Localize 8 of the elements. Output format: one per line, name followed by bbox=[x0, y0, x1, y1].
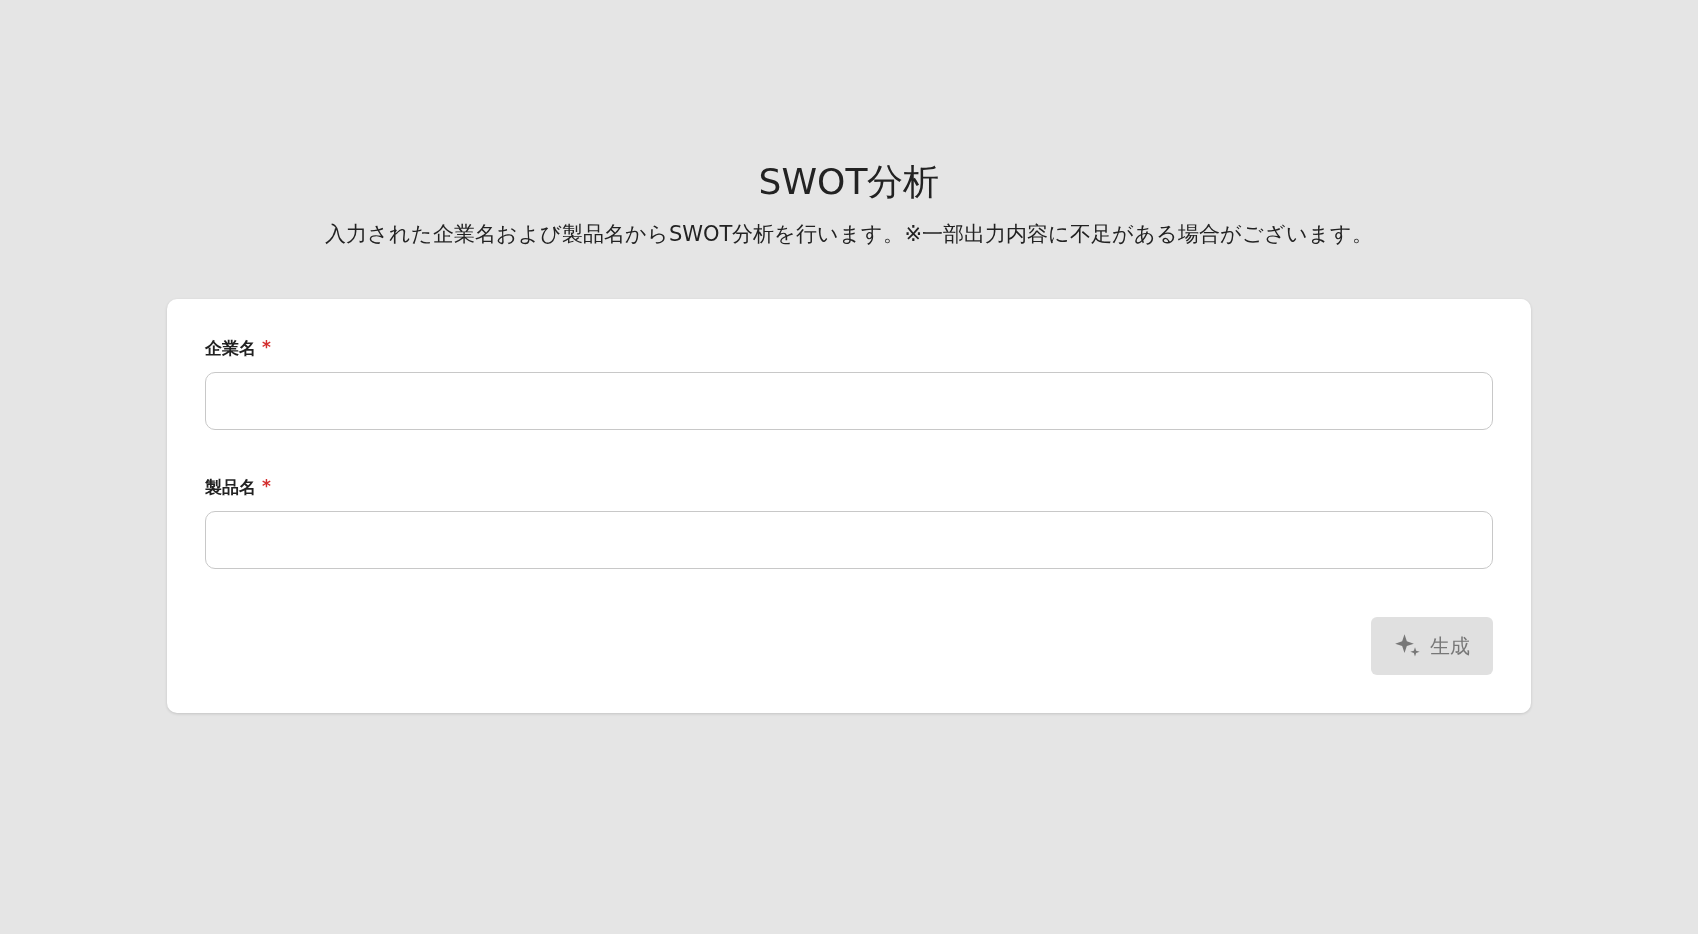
field-label: 製品名 bbox=[205, 476, 256, 500]
page-title: SWOT分析 bbox=[758, 160, 940, 204]
text-field[interactable] bbox=[205, 511, 1493, 570]
required-mark: * bbox=[262, 337, 271, 360]
field-label: 企業名 bbox=[205, 337, 256, 361]
required-mark: * bbox=[262, 476, 271, 499]
page-description: 入力された企業名および製品名からSWOT分析を行います。※一部出力内容に不足がある場合がございます。 bbox=[323, 221, 1374, 249]
text-field[interactable] bbox=[205, 372, 1493, 431]
